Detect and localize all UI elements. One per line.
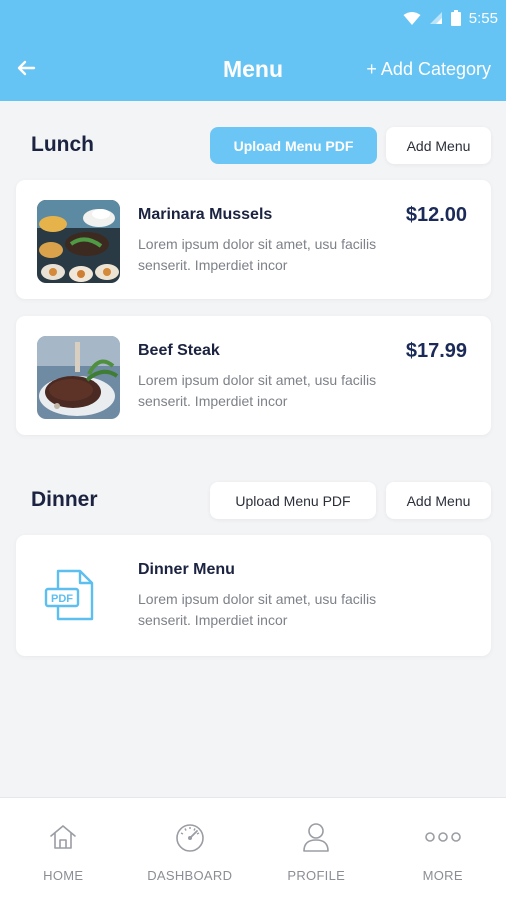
dinner-menu-card[interactable]: PDF Dinner Menu Lorem ipsum dolor sit am… bbox=[16, 535, 491, 656]
food-thumbnail-mussels bbox=[37, 200, 120, 283]
more-dots-icon bbox=[424, 820, 462, 854]
upload-menu-pdf-button[interactable]: Upload Menu PDF bbox=[210, 127, 377, 164]
status-time: 5:55 bbox=[468, 9, 498, 27]
bottom-navigation: HOME DASHBOARD PROFILE MORE bbox=[0, 797, 506, 900]
item-name: Marinara Mussels bbox=[138, 206, 273, 223]
home-icon bbox=[48, 820, 78, 854]
battery-icon bbox=[450, 10, 461, 26]
nav-dashboard[interactable]: DASHBOARD bbox=[127, 798, 254, 900]
add-category-button[interactable]: + Add Category bbox=[366, 59, 491, 80]
section-title: Dinner bbox=[31, 488, 98, 511]
nav-label: MORE bbox=[422, 868, 463, 883]
add-menu-button[interactable]: Add Menu bbox=[386, 482, 491, 519]
food-thumbnail-steak bbox=[37, 336, 120, 419]
add-menu-button[interactable]: Add Menu bbox=[386, 127, 491, 164]
wifi-icon bbox=[403, 11, 421, 26]
item-price: $17.99 bbox=[405, 340, 467, 362]
section-title: Lunch bbox=[31, 133, 94, 156]
app-header: 5:55 Menu + Add Category bbox=[0, 0, 506, 101]
item-name: Beef Steak bbox=[138, 342, 220, 359]
item-name: Dinner Menu bbox=[138, 561, 235, 578]
nav-profile[interactable]: PROFILE bbox=[253, 798, 380, 900]
section-header-lunch: Lunch Upload Menu PDF Add Menu bbox=[0, 127, 506, 167]
pdf-file-icon: PDF bbox=[44, 569, 96, 628]
item-price: $12.00 bbox=[405, 204, 467, 226]
nav-label: HOME bbox=[43, 868, 84, 883]
status-bar: 5:55 bbox=[403, 6, 498, 30]
item-description: Lorem ipsum dolor sit amet, usu facilis … bbox=[138, 591, 377, 628]
upload-menu-pdf-button[interactable]: Upload Menu PDF bbox=[210, 482, 376, 519]
menu-item-card[interactable]: Marinara Mussels Lorem ipsum dolor sit a… bbox=[16, 180, 491, 299]
dashboard-gauge-icon bbox=[173, 820, 207, 854]
nav-home[interactable]: HOME bbox=[0, 798, 127, 900]
item-description: Lorem ipsum dolor sit amet, usu facilis … bbox=[138, 372, 377, 409]
item-description: Lorem ipsum dolor sit amet, usu facilis … bbox=[138, 236, 377, 273]
profile-icon bbox=[301, 820, 331, 854]
nav-label: DASHBOARD bbox=[147, 868, 233, 883]
section-header-dinner: Dinner Upload Menu PDF Add Menu bbox=[0, 482, 506, 522]
nav-label: PROFILE bbox=[287, 868, 346, 883]
nav-more[interactable]: MORE bbox=[380, 798, 506, 900]
svg-text:PDF: PDF bbox=[51, 593, 73, 605]
menu-item-card[interactable]: Beef Steak Lorem ipsum dolor sit amet, u… bbox=[16, 316, 491, 435]
signal-icon bbox=[429, 11, 443, 25]
